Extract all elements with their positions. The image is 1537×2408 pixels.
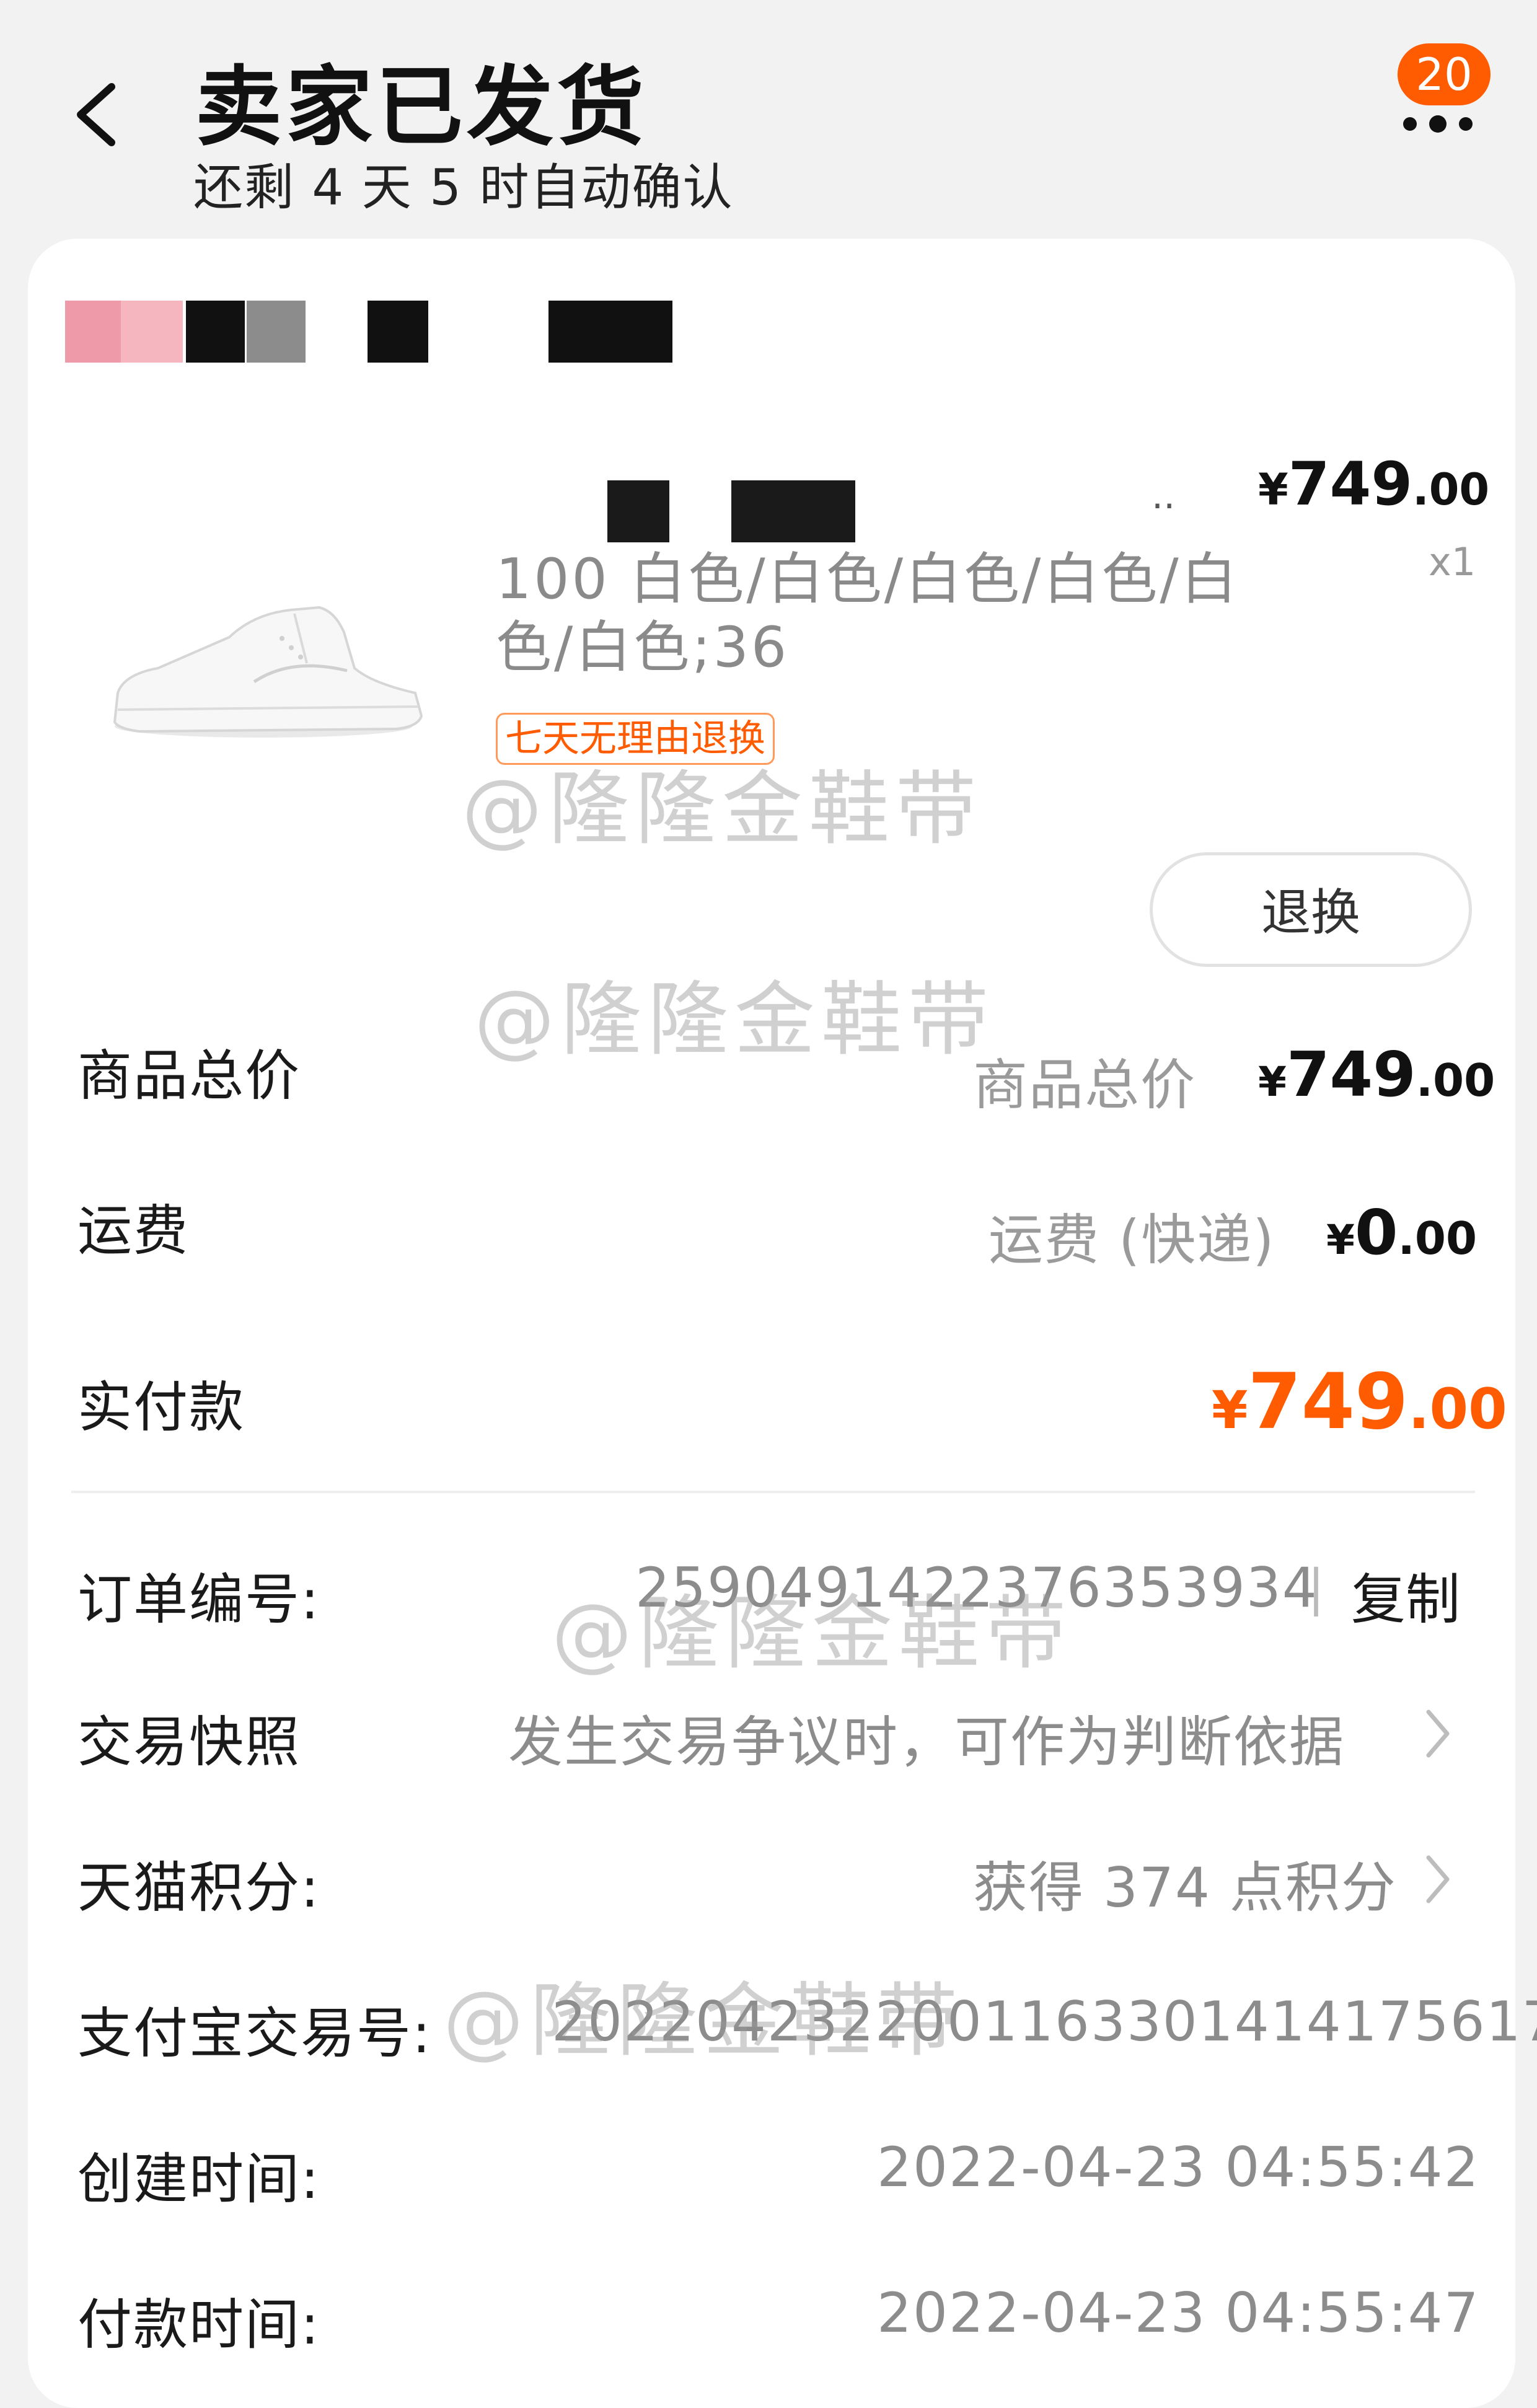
payment-time-label: 付款时间: xyxy=(77,2293,320,2357)
return-exchange-button[interactable]: 退换 xyxy=(1150,852,1472,967)
copy-separator: | xyxy=(1308,1559,1324,1616)
created-time-label: 创建时间: xyxy=(77,2147,320,2211)
message-count-badge[interactable]: 20 xyxy=(1398,43,1491,105)
paid-amount-label: 实付款 xyxy=(77,1375,245,1439)
tmall-points-value[interactable]: 获得 374 点积分 xyxy=(973,1844,1397,1923)
shipping-label: 运费 xyxy=(77,1199,190,1263)
product-title-ellipsis: .. xyxy=(1152,474,1176,518)
seven-day-return-tag: 七天无理由退换 xyxy=(496,713,775,765)
tmall-points-label: 天猫积分: xyxy=(77,1856,320,1920)
section-divider xyxy=(71,1491,1475,1493)
product-price: ¥749.00 xyxy=(1258,449,1490,519)
shipping-amount: ¥0.00 xyxy=(1326,1196,1478,1269)
chevron-right-icon[interactable] xyxy=(1422,1706,1453,1762)
trade-snapshot-label: 交易快照 xyxy=(77,1710,301,1774)
chevron-right-icon[interactable] xyxy=(1422,1851,1453,1907)
alipay-trade-number-label: 支付宝交易号: xyxy=(77,2001,432,2065)
product-quantity: x1 xyxy=(1429,539,1476,584)
order-number-label: 订单编号: xyxy=(77,1568,320,1631)
goods-total-label: 商品总价 xyxy=(77,1044,301,1108)
shipping-sublabel: 运费 (快递) xyxy=(989,1208,1275,1272)
auto-confirm-countdown: 还剩 4 天 5 时自动确认 xyxy=(193,159,734,216)
product-title-masked[interactable] xyxy=(607,480,855,542)
created-time-value: 2022-04-23 04:55:42 xyxy=(877,2135,1480,2199)
shop-name-masked[interactable] xyxy=(65,301,685,363)
copy-order-number-button[interactable]: 复制 xyxy=(1351,1556,1460,1634)
page-title: 卖家已发货 xyxy=(195,57,648,158)
alipay-trade-number-value: 2022042322001163301414175617 xyxy=(552,1990,1537,2053)
paid-amount: ¥749.00 xyxy=(1212,1357,1507,1447)
payment-time-value: 2022-04-23 04:55:47 xyxy=(877,2281,1480,2345)
goods-total-amount: ¥749.00 xyxy=(1258,1038,1495,1111)
product-sku: 100 白色/白色/白色/白色/白色/白色;36 xyxy=(496,547,1240,680)
trade-snapshot-value[interactable]: 发生交易争议时，可作为判断依据 xyxy=(508,1698,1345,1777)
product-image[interactable] xyxy=(105,589,428,750)
goods-total-sublabel: 商品总价 xyxy=(973,1053,1197,1117)
back-arrow-icon[interactable] xyxy=(68,81,124,149)
more-dots-icon[interactable] xyxy=(1394,112,1481,136)
order-number-value: 2590491422376353934 xyxy=(635,1556,1318,1620)
